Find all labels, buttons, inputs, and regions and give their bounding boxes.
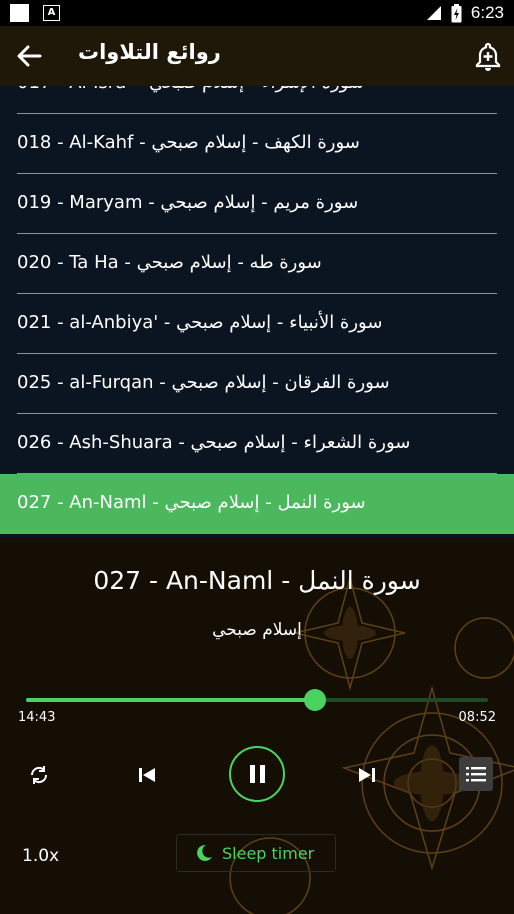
playlist-icon [466, 767, 486, 782]
moon-icon [197, 844, 212, 861]
list-item-label: 020 - Ta Ha - سورة طه - إسلام صبحي [17, 252, 322, 273]
list-item-label: 019 - Maryam - سورة مريم - إسلام صبحي [17, 192, 359, 213]
repeat-icon [30, 766, 48, 784]
app-bar: روائع التلاوات [0, 26, 514, 86]
sleep-timer-label: Sleep timer [222, 844, 315, 863]
seek-bar[interactable] [26, 689, 488, 711]
playlist-button[interactable] [459, 757, 493, 791]
tracks-list[interactable]: 017 - Al-Isra' - سورة الإسراء - إسلام صب… [0, 86, 514, 538]
status-time: 6:23 [470, 3, 504, 22]
sleep-timer-button[interactable]: Sleep timer [176, 834, 336, 872]
now-playing-reciter: إسلام صبحي [212, 620, 302, 640]
page-title: روائع التلاوات [78, 40, 221, 64]
signal-icon [426, 6, 441, 20]
notifications-button[interactable] [472, 40, 504, 72]
list-item-active[interactable]: 027 - An-Naml - سورة النمل - إسلام صبحي [0, 474, 514, 534]
notification-a-icon: A [43, 5, 60, 21]
play-pause-button[interactable] [229, 746, 285, 802]
battery-charging-icon [451, 3, 462, 22]
arrow-left-icon [17, 45, 42, 67]
elapsed-time: 14:43 [18, 710, 56, 725]
list-item[interactable]: 025 - al-Furqan - سورة الفرقان - إسلام ص… [0, 354, 514, 414]
list-item[interactable]: 018 - Al-Kahf - سورة الكهف - إسلام صبحي [0, 114, 514, 174]
player-panel: 027 - An-Naml - سورة النمل إسلام صبحي 14… [0, 538, 514, 914]
list-item[interactable]: 026 - Ash-Shuara - سورة الشعراء - إسلام … [0, 414, 514, 474]
back-button[interactable] [14, 40, 46, 72]
list-item[interactable]: 017 - Al-Isra' - سورة الإسراء - إسلام صب… [0, 86, 514, 114]
pause-icon [250, 765, 265, 783]
list-item[interactable]: 020 - Ta Ha - سورة طه - إسلام صبحي [0, 234, 514, 294]
playback-speed-button[interactable]: 1.0x [22, 846, 59, 866]
list-item-label: 027 - An-Naml - سورة النمل - إسلام صبحي [17, 492, 366, 513]
skip-next-icon [359, 768, 375, 782]
list-item-label: 026 - Ash-Shuara - سورة الشعراء - إسلام … [17, 432, 411, 453]
list-item-label: 021 - al-Anbiya' - سورة الأنبياء - إسلام… [17, 312, 383, 333]
previous-button[interactable] [134, 762, 160, 788]
skip-previous-icon [139, 768, 155, 782]
now-playing-title: 027 - An-Naml - سورة النمل [93, 566, 421, 595]
list-item-label: 017 - Al-Isra' - سورة الإسراء - إسلام صب… [17, 86, 364, 112]
repeat-button[interactable] [26, 762, 52, 788]
list-item-label: 018 - Al-Kahf - سورة الكهف - إسلام صبحي [17, 132, 360, 153]
seek-bar-progress [26, 698, 316, 702]
total-time: 08:52 [458, 710, 496, 725]
next-button[interactable] [354, 762, 380, 788]
notification-square-icon [10, 4, 29, 22]
status-bar: A 6:23 [0, 0, 514, 26]
bell-plus-icon [475, 42, 501, 71]
list-item[interactable]: 021 - al-Anbiya' - سورة الأنبياء - إسلام… [0, 294, 514, 354]
list-item[interactable]: 019 - Maryam - سورة مريم - إسلام صبحي [0, 174, 514, 234]
list-item-label: 025 - al-Furqan - سورة الفرقان - إسلام ص… [17, 372, 390, 393]
